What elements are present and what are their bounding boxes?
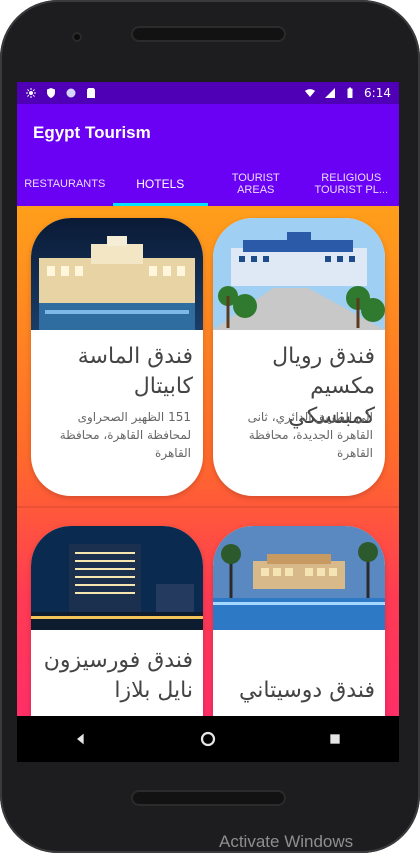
tab-hotels[interactable]: HOTELS <box>112 161 209 206</box>
front-camera <box>72 32 82 42</box>
recents-icon <box>330 734 340 744</box>
home-icon <box>200 731 216 747</box>
tab-bar: RESTAURANTS HOTELS TOURIST AREAS RELIGIO… <box>17 161 399 206</box>
hotel-title: فندق الماسة كابيتال <box>77 344 193 399</box>
tab-label: HOTELS <box>136 176 185 191</box>
bottom-speaker <box>131 790 286 806</box>
battery-icon <box>347 87 353 98</box>
hotel-photo <box>31 218 203 330</box>
hotel-address: الى الطريق الدائري، ثانى القاهرة الجديدة… <box>247 410 373 460</box>
status-time: 6:14 <box>364 86 391 100</box>
signal-icon <box>325 88 336 98</box>
tab-restaurants[interactable]: RESTAURANTS <box>17 161 113 206</box>
tab-label: RELIGIOUS TOURIST PL... <box>314 171 389 196</box>
wifi-icon <box>305 89 316 97</box>
screen: 6:14 Egypt Tourism RESTAURANTS HOTELS TO… <box>17 82 399 762</box>
hotel-address: 151 الظهير الصحراوى لمحافظة القاهرة، محا… <box>59 410 191 460</box>
activate-windows-watermark: Activate Windows <box>219 832 354 851</box>
row-divider <box>17 506 399 508</box>
hotel-photo <box>213 526 385 630</box>
circle-icon <box>66 88 76 98</box>
tab-label: TOURIST AREAS <box>231 171 280 196</box>
phone-frame: 6:14 Egypt Tourism RESTAURANTS HOTELS TO… <box>0 0 420 853</box>
sd-card-icon <box>87 88 95 98</box>
tab-tourist-areas[interactable]: TOURIST AREAS <box>208 161 304 206</box>
app-title: Egypt Tourism <box>33 122 151 142</box>
back-button[interactable] <box>61 719 101 759</box>
hotel-card[interactable]: فندق رويال مكسيم كمبنسكي الى الطريق الدا… <box>213 218 385 496</box>
status-bar: 6:14 <box>17 82 399 104</box>
hotel-photo <box>213 218 385 330</box>
hotel-title: فندق دوسيتاني <box>238 678 375 703</box>
nav-bar <box>17 716 399 762</box>
top-speaker <box>131 26 286 42</box>
tab-religious-tourist-places[interactable]: RELIGIOUS TOURIST PL... <box>304 161 400 206</box>
home-button[interactable] <box>188 719 228 759</box>
app-bar: Egypt Tourism <box>17 104 399 161</box>
hotel-card[interactable]: فندق الماسة كابيتال 151 الظهير الصحراوى … <box>31 218 203 496</box>
hotel-photo <box>31 526 203 630</box>
back-icon <box>76 733 84 745</box>
recents-button[interactable] <box>315 719 355 759</box>
hotel-title: فندق فورسيزون نايل بلازا <box>43 648 193 703</box>
hotels-list[interactable]: فندق الماسة كابيتال 151 الظهير الصحراوى … <box>17 206 399 762</box>
settings-icon <box>26 88 36 98</box>
tab-label: RESTAURANTS <box>24 177 106 190</box>
shield-icon <box>47 88 55 98</box>
